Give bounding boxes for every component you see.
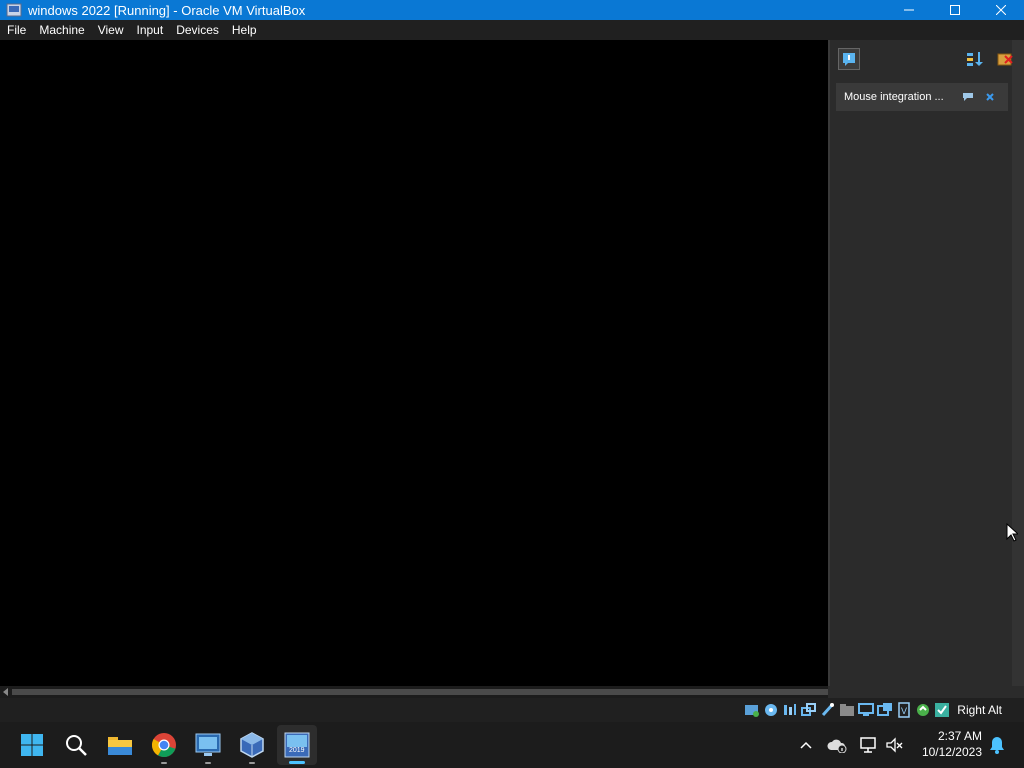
virtualbox-app-icon	[6, 3, 22, 17]
show-hidden-icons-button[interactable]	[795, 734, 817, 756]
search-icon	[66, 735, 87, 756]
mouse-integration-icon[interactable]	[915, 702, 931, 718]
virtualbox-button[interactable]	[232, 725, 272, 765]
notifications-button[interactable]	[986, 734, 1008, 756]
file-explorer-icon	[108, 737, 132, 755]
menu-file[interactable]: File	[0, 20, 32, 40]
windows-start-icon	[21, 734, 43, 756]
scrollbar-corner	[828, 686, 1024, 698]
running-indicator	[161, 762, 167, 764]
remote-desktop-button[interactable]	[188, 725, 228, 765]
sort-icon	[967, 52, 983, 66]
message-pin-icon	[843, 53, 855, 66]
bell-icon	[990, 737, 1004, 754]
optical-drive-icon[interactable]	[763, 702, 779, 718]
notification-text: Mouse integration ...	[844, 91, 944, 103]
volume-tray-button[interactable]	[884, 734, 906, 756]
menu-input[interactable]: Input	[130, 20, 170, 40]
display-icon[interactable]	[858, 702, 875, 718]
start-button[interactable]	[12, 725, 52, 765]
speaker-muted-icon	[886, 737, 903, 753]
menu-view[interactable]: View	[91, 20, 130, 40]
hard-disk-icon[interactable]	[744, 702, 760, 718]
close-icon	[996, 5, 1006, 15]
maximize-icon	[950, 5, 960, 15]
scrollbar-thumb[interactable]	[12, 689, 828, 695]
notification-center: Mouse integration ...	[828, 40, 1024, 686]
message-icon	[963, 93, 973, 101]
virtualbox-icon	[240, 732, 264, 758]
virtualization-icon[interactable]: V	[896, 702, 912, 718]
clock-time: 2:37 AM	[937, 729, 982, 743]
minimize-button[interactable]	[886, 0, 932, 20]
remote-desktop-icon	[195, 733, 221, 756]
clock[interactable]: 2:37 AM 10/12/2023	[912, 728, 982, 760]
maximize-button[interactable]	[932, 0, 978, 20]
remove-all-button[interactable]	[994, 48, 1016, 70]
running-indicator	[249, 762, 255, 764]
taskbar: 2019 2:37 AM 10/12/2023	[0, 722, 1024, 768]
keyboard-capture-icon[interactable]	[934, 702, 950, 718]
vm-icon-badge: 2019	[289, 747, 305, 754]
window-title: windows 2022 [Running] - Oracle VM Virtu…	[28, 2, 306, 18]
audio-icon[interactable]	[782, 702, 798, 718]
notification-toolbar	[836, 48, 1016, 70]
notification-item[interactable]: Mouse integration ...	[836, 83, 1008, 111]
network-tray-button[interactable]	[858, 734, 880, 756]
network-icon[interactable]	[801, 702, 817, 718]
clock-date: 10/12/2023	[921, 745, 982, 759]
host-key-label: Right Alt	[957, 703, 1002, 717]
mouse-cursor-icon	[1006, 523, 1018, 542]
video-capture-icon[interactable]	[877, 702, 893, 718]
running-indicator	[205, 762, 211, 764]
menu-machine[interactable]: Machine	[32, 20, 90, 40]
menu-help[interactable]: Help	[225, 20, 263, 40]
chevron-up-icon	[800, 741, 812, 749]
onedrive-tray-button[interactable]	[826, 734, 848, 756]
remove-all-icon	[997, 53, 1013, 66]
status-bar: V Right Alt	[0, 698, 1024, 722]
notification-help-button[interactable]	[958, 87, 978, 107]
file-explorer-button[interactable]	[100, 725, 140, 765]
chrome-button[interactable]	[144, 725, 184, 765]
network-disconnected-icon	[860, 737, 876, 753]
vm-2019-icon	[284, 732, 310, 758]
chrome-icon	[151, 733, 176, 757]
title-bar: windows 2022 [Running] - Oracle VM Virtu…	[0, 0, 1024, 20]
cloud-info-icon	[827, 739, 847, 753]
usb-icon[interactable]	[820, 702, 836, 718]
notification-close-button[interactable]	[980, 87, 1000, 107]
horizontal-scrollbar[interactable]	[0, 686, 828, 698]
sort-button[interactable]	[964, 48, 986, 70]
notification-scrollbar[interactable]	[1012, 40, 1024, 686]
svg-text:V: V	[901, 706, 907, 716]
active-indicator	[289, 761, 305, 764]
vm-display[interactable]	[0, 40, 828, 686]
vm-window-button[interactable]: 2019	[277, 725, 317, 765]
shared-folders-icon[interactable]	[839, 702, 855, 718]
menu-devices[interactable]: Devices	[169, 20, 225, 40]
close-icon	[986, 93, 994, 101]
scroll-left-icon[interactable]	[2, 688, 10, 696]
minimize-icon	[904, 9, 914, 11]
keep-finished-toggle-button[interactable]	[838, 48, 860, 70]
close-button[interactable]	[978, 0, 1024, 20]
search-button[interactable]	[56, 725, 96, 765]
menu-bar: File Machine View Input Devices Help	[0, 20, 1024, 40]
